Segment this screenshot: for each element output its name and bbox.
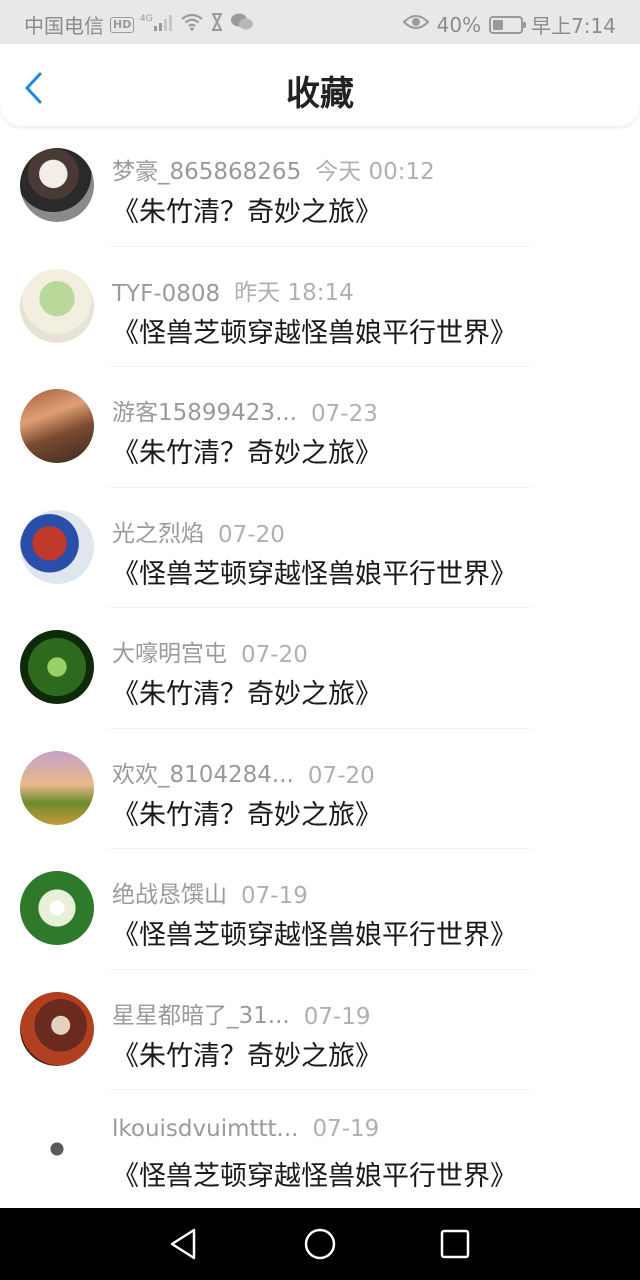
username: 光之烈焰 [112,520,204,547]
item-meta: 星星都暗了_31... 07-19 [112,996,371,1030]
square-recents-icon [440,1229,470,1259]
item-meta: 光之烈焰 07-20 [112,514,285,548]
timestamp: 昨天 18:14 [234,279,354,306]
favorite-item[interactable]: 大嚎明宫屯 07-20 《朱竹清？奇妙之旅》 [0,608,640,729]
username: 欢欢_8104284... [112,761,294,788]
username: 梦豪_865868265 [112,159,302,185]
item-meta: lkouisdvuimttt... 07-19 [112,1116,379,1142]
clock: 早上7:14 [531,14,616,38]
book-title[interactable]: 《怪兽芝顿穿越怪兽娘平行世界》 [112,1154,517,1193]
carrier-name: 中国电信 [24,14,104,38]
page-title: 收藏 [286,74,354,114]
timestamp: 07-20 [218,521,285,548]
hourglass-icon [210,12,224,38]
avatar[interactable] [20,991,94,1066]
avatar[interactable] [20,750,94,825]
username: 绝战恳馔山 [112,882,227,908]
battery-icon [489,15,527,34]
nav-back-button[interactable] [166,1226,202,1262]
favorite-item[interactable]: 光之烈焰 07-20 《怪兽芝顿穿越怪兽娘平行世界》 [0,488,640,608]
battery-percent: 40% [436,12,482,37]
book-title[interactable]: 《朱竹清？奇妙之旅》 [112,672,382,711]
username: 星星都暗了_31... [112,1002,290,1029]
book-title[interactable]: 《朱竹清？奇妙之旅》 [112,431,382,470]
avatar[interactable] [20,389,94,463]
favorite-item[interactable]: 星星都暗了_31... 07-19 《朱竹清？奇妙之旅》 [0,970,640,1090]
wifi-icon [180,12,204,38]
status-bar: 中国电信 HD 4G 40% 早上7:14 [0,0,640,44]
book-title[interactable]: 《怪兽芝顿穿越怪兽娘平行世界》 [112,552,517,591]
status-right: 40% 早上7:14 [402,10,616,39]
favorite-item[interactable]: 绝战恳馔山 07-19 《怪兽芝顿穿越怪兽娘平行世界》 [0,849,640,970]
book-title[interactable]: 《朱竹清？奇妙之旅》 [112,793,382,832]
timestamp: 07-23 [311,401,378,427]
signal-icon: 4G [140,12,174,38]
avatar[interactable] [20,268,94,343]
book-title[interactable]: 《朱竹清？奇妙之旅》 [112,190,382,229]
timestamp: 07-19 [241,883,308,909]
triangle-back-icon [170,1228,196,1260]
avatar[interactable] [20,1112,94,1186]
timestamp: 07-20 [241,642,308,668]
timestamp: 07-20 [307,762,375,789]
favorite-item[interactable]: lkouisdvuimttt... 07-19 《怪兽芝顿穿越怪兽娘平行世界》 [0,1090,640,1211]
book-title[interactable]: 《怪兽芝顿穿越怪兽娘平行世界》 [112,913,517,952]
battery-fill [493,19,504,30]
avatar[interactable] [20,871,94,945]
timestamp: 今天 00:12 [315,159,435,185]
avatar[interactable] [20,630,94,704]
favorite-item[interactable]: TYF-0808 昨天 18:14 《怪兽芝顿穿越怪兽娘平行世界》 [0,247,640,367]
avatar[interactable] [20,509,94,584]
favorite-item[interactable]: 梦豪_865868265 今天 00:12 《朱竹清？奇妙之旅》 [0,126,640,247]
username: 大嚎明宫屯 [112,641,227,667]
book-title[interactable]: 《朱竹清？奇妙之旅》 [112,1034,382,1073]
favorite-item[interactable]: 欢欢_8104284... 07-20 《朱竹清？奇妙之旅》 [0,729,640,849]
book-title[interactable]: 《怪兽芝顿穿越怪兽娘平行世界》 [112,311,517,350]
username: lkouisdvuimttt... [112,1116,299,1142]
item-meta: TYF-0808 昨天 18:14 [112,273,354,307]
svg-text:4G: 4G [140,14,153,24]
username: TYF-0808 [112,280,221,307]
item-meta: 大嚎明宫屯 07-20 [112,634,308,668]
circle-home-icon [304,1228,336,1260]
item-meta: 游客15899423... 07-23 [112,393,378,427]
eye-icon [402,13,430,37]
system-nav-bar [0,1208,640,1280]
item-meta: 绝战恳馔山 07-19 [112,875,308,909]
timestamp: 07-19 [312,1116,380,1142]
hd-badge: HD [110,16,135,33]
app-header: 收藏 [0,44,640,126]
nav-recents-button[interactable] [437,1226,473,1262]
avatar[interactable] [20,148,94,222]
wechat-icon [230,12,254,38]
item-meta: 梦豪_865868265 今天 00:12 [112,152,435,186]
username: 游客15899423... [112,400,297,426]
favorite-item[interactable]: 游客15899423... 07-23 《朱竹清？奇妙之旅》 [0,367,640,488]
timestamp: 07-19 [303,1003,371,1030]
favorites-list: 梦豪_865868265 今天 00:12 《朱竹清？奇妙之旅》 TYF-0808 昨天… [0,126,640,1208]
item-meta: 欢欢_8104284... 07-20 [112,755,375,789]
nav-home-button[interactable] [302,1226,338,1262]
status-left: 中国电信 HD 4G [24,10,254,39]
